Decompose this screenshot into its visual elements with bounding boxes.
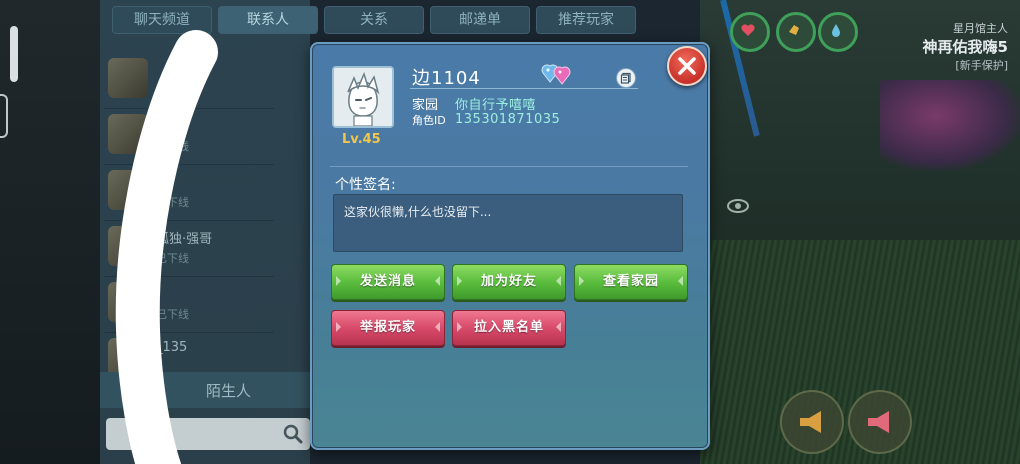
contact-name: _135 — [156, 340, 188, 355]
home-label: 家园 — [412, 98, 439, 113]
signature-text: 这家伙很懒,什么也没留下... — [344, 205, 492, 219]
avatar-icon — [334, 68, 392, 126]
avatar — [108, 58, 148, 98]
location-name: 神再佑我嗨5 — [922, 38, 1008, 56]
avatar — [108, 226, 148, 266]
tab-strangers[interactable]: 陌生人 — [206, 380, 251, 401]
water-drop-icon — [832, 24, 840, 37]
signature-box: 这家伙很懒,什么也没留下... — [333, 194, 683, 252]
voice-horn-button[interactable] — [848, 390, 912, 454]
list-item[interactable]: 孤独·强哥 已下线 — [104, 220, 274, 277]
list-item[interactable]: 已下线 — [104, 108, 274, 165]
tab-mail[interactable]: 邮递单 — [430, 6, 530, 34]
contact-name: 孤独·强哥 — [156, 232, 213, 247]
contact-status: 已下线 — [156, 140, 189, 153]
contact-status: 已下线 — [156, 252, 189, 265]
location-owner: 星月馆主人 — [953, 22, 1008, 35]
megaphone-icon — [868, 411, 889, 433]
broadcast-horn-button[interactable] — [780, 390, 844, 454]
avatar — [108, 170, 148, 210]
protection-status: [新手保护] — [955, 59, 1008, 72]
contact-status: 已下线 — [156, 308, 189, 321]
side-pull-tab[interactable] — [0, 94, 8, 138]
hud-action-button[interactable] — [776, 12, 816, 52]
megaphone-icon — [800, 411, 821, 433]
name-divider — [410, 88, 638, 89]
contact-list: 已下线 已下线 孤独·强哥 已下线 已下线 _135 — [104, 52, 274, 389]
send-message-button[interactable]: 发送消息 — [331, 264, 445, 300]
tab-recommended-players[interactable]: 推荐玩家 — [536, 6, 636, 34]
system-nav-handle[interactable] — [10, 26, 18, 82]
player-name: 边1104 — [412, 68, 481, 89]
contact-status: 已下线 — [156, 196, 189, 209]
report-player-button[interactable]: 举报玩家 — [331, 310, 445, 346]
player-avatar[interactable] — [332, 66, 394, 128]
location-info: 星月馆主人 神再佑我嗨5 [新手保护] — [923, 20, 1008, 73]
role-id-label: 角色ID — [412, 114, 446, 127]
tab-friends[interactable]: 好友 — [122, 380, 152, 401]
section-divider — [330, 166, 688, 167]
couple-heart-icon[interactable] — [540, 60, 574, 86]
list-item[interactable]: 已下线 — [104, 276, 274, 333]
hud-heart-button[interactable] — [730, 12, 770, 52]
hand-icon — [789, 25, 799, 35]
hud-water-button[interactable] — [818, 12, 858, 52]
avatar — [108, 114, 148, 154]
player-level: Lv.45 — [342, 132, 381, 147]
eye-icon[interactable] — [726, 198, 750, 214]
avatar — [108, 282, 148, 322]
tab-contacts[interactable]: 联系人 — [218, 6, 318, 34]
search-icon[interactable] — [282, 423, 304, 445]
contact-search-input[interactable] — [106, 418, 310, 450]
blacklist-button[interactable]: 拉入黑名单 — [452, 310, 566, 346]
heart-icon — [741, 24, 755, 36]
home-value: 你自行予嘻嘻 — [455, 98, 537, 113]
close-icon — [678, 57, 696, 75]
list-item[interactable] — [104, 52, 274, 109]
list-item[interactable]: 已下线 — [104, 164, 274, 221]
role-id-value: 135301871035 — [455, 112, 561, 127]
view-home-button[interactable]: 查看家园 — [574, 264, 688, 300]
scene-decoration — [880, 80, 1020, 170]
social-tabs: 聊天频道 联系人 关系 邮递单 推荐玩家 — [112, 6, 636, 34]
tab-chat-channel[interactable]: 聊天频道 — [112, 6, 212, 34]
contact-type-tabs: 好友 陌生人 — [100, 372, 310, 408]
copy-id-button[interactable] — [616, 68, 636, 88]
tab-relations[interactable]: 关系 — [324, 6, 424, 34]
close-button[interactable] — [667, 46, 707, 86]
copy-icon — [620, 72, 631, 84]
add-friend-button[interactable]: 加为好友 — [452, 264, 566, 300]
signature-label: 个性签名: — [335, 177, 396, 193]
